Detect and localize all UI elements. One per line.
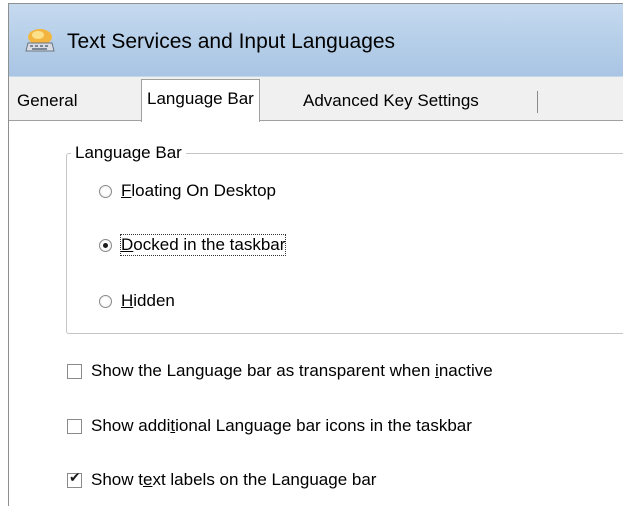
checkbox-additional-label: Show additional Language bar icons in th…: [91, 416, 472, 435]
dialog-window: Text Services and Input Languages Genera…: [8, 3, 623, 506]
tab-advanced-key-settings-label: Advanced Key Settings: [303, 91, 479, 110]
tab-strip: General Language Bar Advanced Key Settin…: [9, 76, 623, 123]
checkbox-additional-box[interactable]: [67, 418, 82, 434]
radio-hidden[interactable]: Hidden: [99, 291, 175, 311]
radio-docked-indicator[interactable]: [99, 238, 112, 252]
radio-docked-label: Docked in the taskbar: [119, 234, 287, 256]
radio-floating-on-desktop[interactable]: Floating On Desktop: [99, 181, 276, 201]
checkbox-transparent-box[interactable]: [67, 363, 82, 379]
tab-language-bar[interactable]: Language Bar: [141, 79, 260, 122]
tab-general-label: General: [17, 91, 78, 110]
checkbox-text-labels-box[interactable]: [67, 470, 82, 488]
checkbox-text-labels[interactable]: Show text labels on the Language bar: [67, 470, 376, 490]
tab-general[interactable]: General: [11, 86, 83, 116]
tab-advanced-key-settings[interactable]: Advanced Key Settings: [297, 86, 485, 116]
radio-docked-in-taskbar[interactable]: Docked in the taskbar: [99, 234, 287, 256]
window-title: Text Services and Input Languages: [67, 30, 396, 53]
radio-hidden-label: Hidden: [121, 291, 175, 310]
checkbox-transparent-when-inactive[interactable]: Show the Language bar as transparent whe…: [67, 361, 493, 381]
language-bar-groupbox: Language Bar Floating On Desktop Docked …: [66, 142, 623, 334]
groupbox-legend: Language Bar: [71, 142, 186, 164]
tab-language-bar-label: Language Bar: [147, 89, 254, 108]
title-bar[interactable]: Text Services and Input Languages: [9, 4, 623, 76]
keyboard-globe-icon: [25, 29, 55, 52]
checkbox-text-labels-label: Show text labels on the Language bar: [91, 470, 377, 489]
radio-floating-label: Floating On Desktop: [121, 181, 276, 200]
radio-hidden-indicator[interactable]: [99, 294, 112, 308]
checkbox-additional-icons[interactable]: Show additional Language bar icons in th…: [67, 416, 472, 436]
checkbox-transparent-label: Show the Language bar as transparent whe…: [91, 361, 493, 380]
tab-divider: [537, 91, 538, 113]
radio-floating-indicator[interactable]: [99, 184, 112, 198]
